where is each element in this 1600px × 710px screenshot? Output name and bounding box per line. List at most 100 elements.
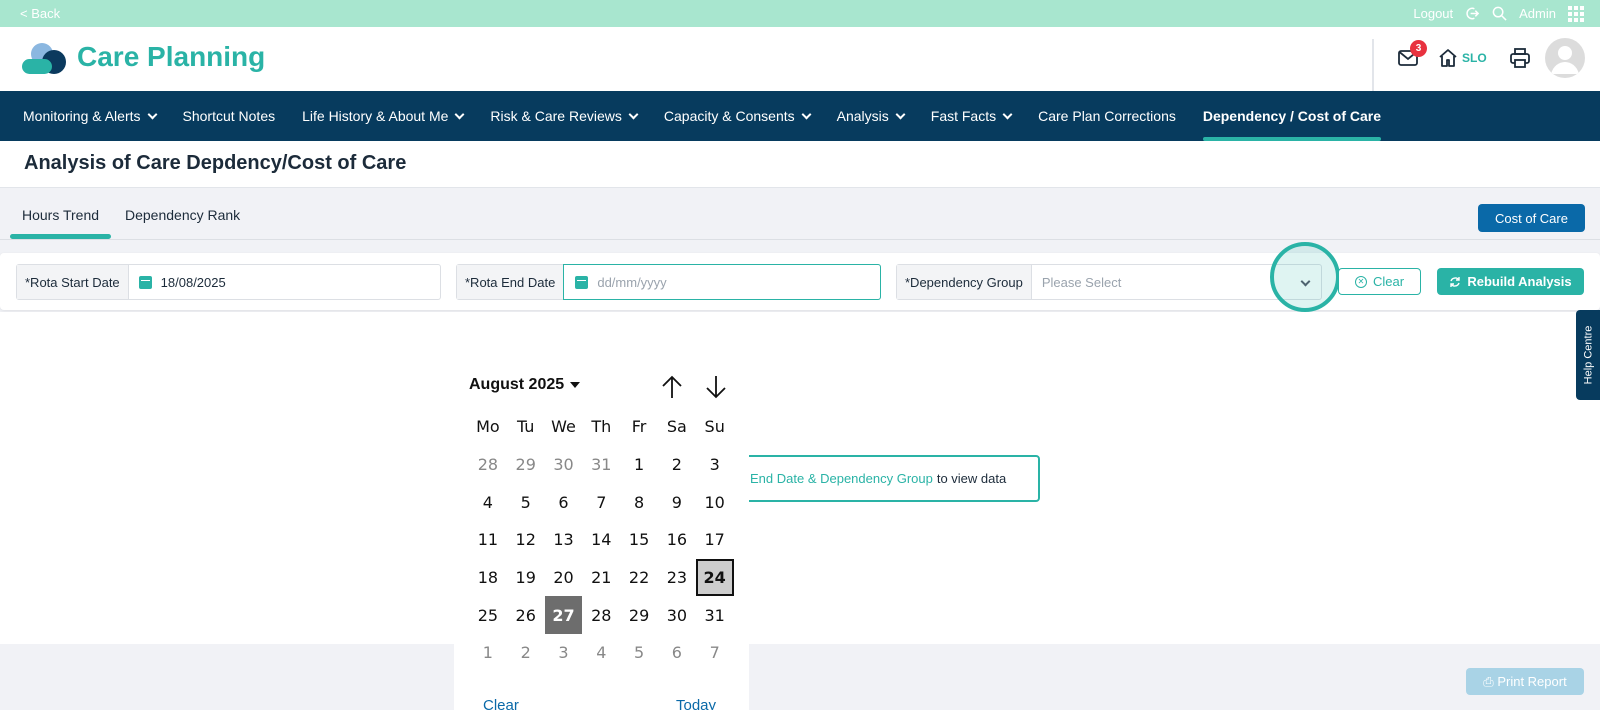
calendar-day[interactable]: 11 xyxy=(469,521,507,559)
calendar-icon xyxy=(575,275,589,289)
tab-hours-trend[interactable]: Hours Trend xyxy=(22,207,99,223)
calendar-day[interactable]: 6 xyxy=(545,483,583,521)
calendar-day[interactable]: 24 xyxy=(695,558,734,597)
nav-item-analysis[interactable]: Analysis xyxy=(836,91,906,141)
calendar-day[interactable]: 30 xyxy=(658,596,696,634)
calendar-day[interactable]: 7 xyxy=(696,634,734,672)
rota-end-date-field[interactable]: *Rota End Date dd/mm/yyyy xyxy=(456,264,881,300)
rota-start-date-field[interactable]: *Rota Start Date 18/08/2025 xyxy=(16,264,441,300)
search-icon[interactable] xyxy=(1492,6,1507,21)
calendar-day[interactable]: 30 xyxy=(545,446,583,484)
nav-item-label: Shortcut Notes xyxy=(182,108,276,124)
calendar-day[interactable]: 15 xyxy=(620,521,658,559)
calendar-day[interactable]: 16 xyxy=(658,521,696,559)
calendar-day[interactable]: 14 xyxy=(582,521,620,559)
arrow-down-icon[interactable] xyxy=(704,374,728,400)
month-selector[interactable]: August 2025 xyxy=(469,376,581,394)
calendar-day[interactable]: 31 xyxy=(582,446,620,484)
weekday-header: We xyxy=(551,417,576,437)
nav-item-label: Risk & Care Reviews xyxy=(490,108,622,124)
print-report-button[interactable]: ⎙ Print Report xyxy=(1466,668,1584,695)
calendar-day[interactable]: 12 xyxy=(507,521,545,559)
weekday-header: Fr xyxy=(631,417,647,437)
logout-icon[interactable] xyxy=(1465,6,1480,21)
calendar-day[interactable]: 9 xyxy=(658,483,696,521)
calendar-day[interactable]: 5 xyxy=(620,634,658,672)
printer-icon[interactable] xyxy=(1509,47,1531,69)
rebuild-analysis-button[interactable]: Rebuild Analysis xyxy=(1437,268,1584,295)
calendar-day[interactable]: 26 xyxy=(507,596,545,634)
chevron-down-icon xyxy=(1002,109,1013,119)
app-header: Care Planning 3 SLO xyxy=(0,27,1600,91)
calendar-day[interactable]: 8 xyxy=(620,483,658,521)
calendar-clear-button[interactable]: Clear xyxy=(483,697,519,710)
calendar-day[interactable]: 23 xyxy=(658,559,696,597)
calendar-day[interactable]: 29 xyxy=(620,596,658,634)
instruction-text: to view data xyxy=(936,471,1007,486)
calendar-day[interactable]: 1 xyxy=(620,446,658,484)
mail-count-badge: 3 xyxy=(1410,40,1427,57)
clear-filters-button[interactable]: ✕ Clear xyxy=(1338,268,1421,295)
calendar-day[interactable]: 3 xyxy=(696,446,734,484)
nav-item-fast-facts[interactable]: Fast Facts xyxy=(930,91,1013,141)
calendar-day[interactable]: 28 xyxy=(582,596,620,634)
calendar-day[interactable]: 2 xyxy=(507,634,545,672)
nav-item-care-plan-corrections[interactable]: Care Plan Corrections xyxy=(1038,91,1176,141)
calendar-day[interactable]: 27 xyxy=(544,596,583,635)
apps-grid-icon[interactable] xyxy=(1568,5,1584,22)
calendar-day[interactable]: 10 xyxy=(696,483,734,521)
calendar-day[interactable]: 25 xyxy=(469,596,507,634)
calendar-day[interactable]: 13 xyxy=(545,521,583,559)
calendar-day[interactable]: 22 xyxy=(620,559,658,597)
cost-of-care-button[interactable]: Cost of Care xyxy=(1478,204,1585,232)
app-brand[interactable]: Care Planning xyxy=(77,41,265,73)
calendar-day[interactable]: 18 xyxy=(469,559,507,597)
calendar-day[interactable]: 28 xyxy=(469,446,507,484)
chevron-down-icon xyxy=(628,109,639,119)
calendar-day[interactable]: 3 xyxy=(545,634,583,672)
instruction-message: End Date & Dependency Group to view data xyxy=(720,455,1040,502)
calendar-day[interactable]: 4 xyxy=(469,483,507,521)
nav-item-life-history-about-me[interactable]: Life History & About Me xyxy=(302,91,465,141)
nav-item-monitoring-alerts[interactable]: Monitoring & Alerts xyxy=(23,91,157,141)
calendar-day[interactable]: 21 xyxy=(582,559,620,597)
calendar-day[interactable]: 19 xyxy=(507,559,545,597)
calendar-today-button[interactable]: Today xyxy=(676,697,716,710)
home-icon[interactable] xyxy=(1437,47,1459,69)
nav-item-label: Care Plan Corrections xyxy=(1038,108,1176,124)
logout-link[interactable]: Logout xyxy=(1413,6,1453,21)
calendar-day[interactable]: 31 xyxy=(696,596,734,634)
nav-item-label: Fast Facts xyxy=(930,108,997,124)
rota-start-date-input[interactable]: 18/08/2025 xyxy=(129,265,440,299)
nav-item-label: Analysis xyxy=(836,108,889,124)
nav-item-dependency-cost-of-care[interactable]: Dependency / Cost of Care xyxy=(1202,91,1382,141)
calendar-day[interactable]: 2 xyxy=(658,446,696,484)
chevron-down-icon xyxy=(147,109,157,119)
calendar-day[interactable]: 5 xyxy=(507,483,545,521)
calendar-day[interactable]: 7 xyxy=(582,483,620,521)
calendar-day[interactable]: 4 xyxy=(582,634,620,672)
calendar-day[interactable]: 20 xyxy=(545,559,583,597)
home-location-label[interactable]: SLO xyxy=(1462,51,1487,65)
active-tab-indicator xyxy=(10,234,111,239)
tab-dependency-rank[interactable]: Dependency Rank xyxy=(125,207,240,223)
calendar-day[interactable]: 29 xyxy=(507,446,545,484)
nav-item-risk-care-reviews[interactable]: Risk & Care Reviews xyxy=(490,91,639,141)
rota-end-date-label: *Rota End Date xyxy=(457,265,565,299)
dependency-group-select[interactable]: *Dependency Group Please Select xyxy=(896,264,1322,300)
help-centre-tab[interactable]: Help Centre xyxy=(1576,310,1600,400)
nav-item-shortcut-notes[interactable]: Shortcut Notes xyxy=(183,91,276,141)
calendar-day[interactable]: 1 xyxy=(469,634,507,672)
calendar-day[interactable]: 6 xyxy=(658,634,696,672)
tabs-row: Hours Trend Dependency Rank Cost of Care xyxy=(0,188,1600,240)
printer-icon: ⎙ xyxy=(1483,673,1494,689)
rota-end-date-placeholder: dd/mm/yyyy xyxy=(597,274,667,290)
arrow-up-icon[interactable] xyxy=(660,374,684,400)
admin-link[interactable]: Admin xyxy=(1519,6,1556,21)
rota-end-date-input[interactable]: dd/mm/yyyy xyxy=(563,264,881,300)
nav-item-capacity-consents[interactable]: Capacity & Consents xyxy=(664,91,812,141)
user-avatar[interactable] xyxy=(1545,38,1585,78)
back-link[interactable]: < Back xyxy=(20,6,60,21)
calendar-day[interactable]: 17 xyxy=(696,521,734,559)
nav-item-label: Life History & About Me xyxy=(302,108,449,124)
